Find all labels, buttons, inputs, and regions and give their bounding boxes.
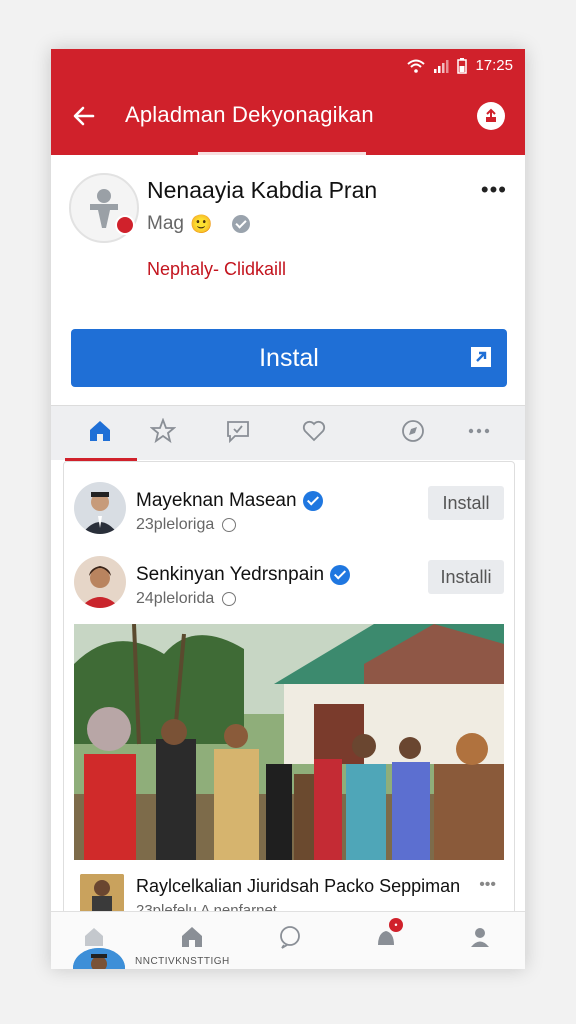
post-thumbnail <box>80 874 124 914</box>
nav-caption: NNCTIVKNSTTIGH <box>135 956 230 967</box>
app-subtitle-text: Mag <box>147 213 184 234</box>
tab-likes[interactable] <box>299 416 329 446</box>
check-icon <box>232 215 251 233</box>
open-external-icon <box>471 347 491 367</box>
app-name: Nenaayia Kabdia Pran <box>147 177 378 203</box>
notification-badge: • <box>389 918 403 932</box>
install-button[interactable]: Installi <box>428 560 504 594</box>
feed-item-meta: 24plelorida <box>136 590 237 608</box>
nav-messages[interactable] <box>275 922 305 952</box>
chat-icon <box>280 926 300 949</box>
home-icon <box>90 421 110 441</box>
list-item[interactable]: Mayeknan Masean 23pleloriga Install <box>74 482 504 542</box>
tab-explore[interactable] <box>398 416 428 446</box>
status-bar: 17:25 <box>407 57 513 74</box>
bottom-navigation: • NNCTIVKNSTTIGH <box>51 911 525 969</box>
nav-profile[interactable] <box>465 922 495 952</box>
compass-icon <box>402 420 424 442</box>
feed-item-name: Mayeknan Masean <box>136 490 323 512</box>
page-title: Apladman Dekyonagikan <box>125 102 374 127</box>
signal-icon <box>434 59 449 73</box>
more-icon <box>468 428 490 434</box>
tab-more[interactable] <box>464 416 494 446</box>
back-button[interactable] <box>71 103 97 129</box>
share-icon <box>486 108 496 122</box>
nav-notifications[interactable]: • <box>371 918 403 952</box>
post-more-button[interactable]: ••• <box>479 876 496 894</box>
heart-icon <box>302 420 326 442</box>
wifi-icon <box>407 59 426 73</box>
feed-item-name-text: Mayeknan Masean <box>136 490 297 511</box>
battery-icon <box>457 57 468 74</box>
share-button[interactable] <box>477 102 505 130</box>
profile-icon <box>471 928 489 947</box>
feed-item-meta: 23pleloriga <box>136 516 237 534</box>
feed-item-meta-text: 24plelorida <box>136 590 215 607</box>
nav-feed[interactable] <box>177 922 207 952</box>
install-button[interactable]: Install <box>428 486 504 520</box>
feed-card: Mayeknan Masean 23pleloriga Install Senk… <box>63 461 515 923</box>
home-icon <box>85 928 103 946</box>
feed-item-meta-text: 23pleloriga <box>136 516 215 533</box>
title-underline <box>198 152 366 155</box>
clock-icon <box>222 592 237 606</box>
feed-item-name: Senkinyan Yedrsnpain <box>136 564 351 586</box>
status-time: 17:25 <box>475 57 513 74</box>
feed-item-name-text: Senkinyan Yedrsnpain <box>136 564 325 585</box>
list-item[interactable]: Senkinyan Yedrsnpain 24plelorida Install… <box>74 556 504 616</box>
emoji-icon: 🙂 <box>189 213 213 234</box>
post-title: Raylcelkalian Jiuridsah Packo Seppiman <box>136 876 461 896</box>
install-button-label: Instal <box>259 343 319 372</box>
status-dot <box>115 215 135 235</box>
tab-favorites[interactable] <box>148 416 178 446</box>
more-options-button[interactable]: ••• <box>481 177 507 203</box>
tab-home[interactable] <box>85 416 115 446</box>
app-subtitle: Mag 🙂 <box>147 213 251 235</box>
arrow-left-icon <box>73 106 95 126</box>
tab-bar <box>51 405 525 461</box>
verified-icon <box>330 565 351 585</box>
post-photo[interactable] <box>74 624 504 860</box>
install-button[interactable]: Instal <box>71 329 507 387</box>
avatar <box>74 556 126 608</box>
developer-link[interactable]: Nephaly- Clidkaill <box>147 259 286 280</box>
tab-messages[interactable] <box>223 416 253 446</box>
app-icon <box>69 173 139 243</box>
star-icon <box>150 418 176 444</box>
app-bar: 17:25 Apladman Dekyonagikan <box>51 49 525 155</box>
clock-icon <box>222 518 237 532</box>
chat-icon <box>227 421 249 444</box>
phone-screen: 17:25 Apladman Dekyonagikan Nenaayia Kab… <box>51 49 525 969</box>
verified-icon <box>302 491 323 511</box>
avatar <box>74 482 126 534</box>
home-icon <box>182 927 202 947</box>
